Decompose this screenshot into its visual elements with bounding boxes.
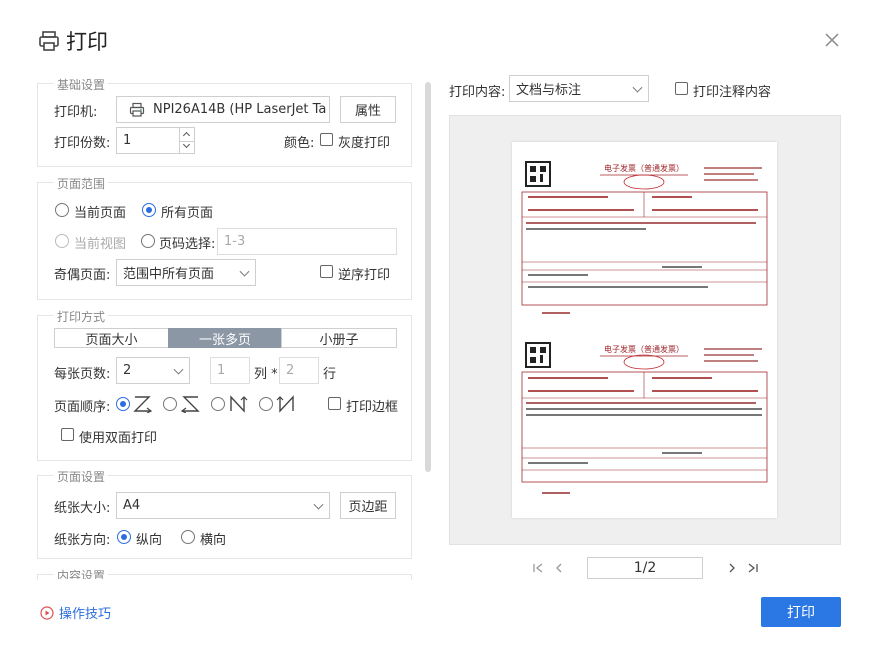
current-page-label: 当前页面: [74, 206, 127, 221]
chevron-down-icon: [239, 266, 250, 277]
per-sheet-value: 2: [123, 363, 132, 378]
content-settings-title: 内容设置: [54, 567, 109, 579]
page-select-placeholder: 1-3: [224, 234, 246, 249]
paper-value: A4: [123, 498, 141, 513]
cols-value: 1: [217, 363, 226, 378]
tips-label: 操作技巧: [59, 607, 112, 622]
rows-value: 2: [286, 363, 295, 378]
radio-page-select[interactable]: [141, 234, 155, 248]
print-content-label: 打印内容:: [449, 85, 506, 100]
rows-label: 行: [323, 367, 337, 382]
radio-order-h-rl[interactable]: [163, 397, 177, 411]
basic-settings-title: 基础设置: [54, 76, 109, 93]
print-button[interactable]: 打印: [761, 597, 841, 627]
border-label: 打印边框: [346, 400, 399, 415]
close-icon[interactable]: [822, 30, 842, 50]
dialog-title: 打印: [38, 26, 108, 56]
page-range-title: 页面范围: [54, 175, 109, 192]
radio-current-page[interactable]: [55, 203, 69, 217]
reverse-label: 逆序打印: [338, 268, 391, 283]
preview-page: 电子发票（普通发票） 电子发票（普通发票）: [512, 142, 777, 518]
cols-input[interactable]: 1: [210, 357, 250, 384]
invoice-title: 电子发票（普通发票）: [604, 344, 684, 354]
printer-small-icon: [129, 102, 145, 117]
margin-button[interactable]: 页边距: [340, 492, 396, 519]
duplex-checkbox[interactable]: [61, 428, 74, 441]
border-checkbox[interactable]: [328, 397, 341, 410]
tips-link[interactable]: 操作技巧: [40, 603, 111, 622]
radio-current-view[interactable]: [55, 234, 69, 248]
invoice-1: 电子发票（普通发票）: [521, 161, 768, 314]
copies-spin[interactable]: [179, 128, 194, 153]
radio-portrait[interactable]: [117, 530, 131, 544]
radio-order-v-rl[interactable]: [259, 397, 273, 411]
chevron-down-icon: [632, 82, 643, 93]
rows-input[interactable]: 2: [279, 357, 319, 384]
radio-all-pages[interactable]: [142, 203, 156, 217]
grayscale-checkbox[interactable]: [320, 133, 333, 146]
cols-label: 列 *: [254, 367, 278, 382]
odd-even-value: 范围中所有页面: [123, 267, 215, 282]
play-circle-icon: [40, 605, 54, 620]
print-method-title: 打印方式: [54, 308, 109, 325]
orient-label: 纸张方向:: [54, 533, 111, 548]
next-page-icon[interactable]: [725, 561, 739, 575]
radio-order-h-lr[interactable]: [116, 397, 130, 411]
page-select-input[interactable]: 1-3: [217, 228, 397, 255]
duplex-label: 使用双面打印: [79, 431, 158, 446]
tab-booklet[interactable]: 小册子: [281, 328, 397, 348]
copies-stepper[interactable]: 1: [116, 127, 195, 154]
current-view-label: 当前视图: [74, 237, 127, 252]
copies-label: 打印份数:: [54, 136, 111, 151]
grayscale-label: 灰度打印: [338, 136, 391, 151]
print-content-select[interactable]: 文档与标注: [509, 75, 649, 102]
chevron-down-icon: [313, 499, 324, 510]
printer-value: NPI26A14B (HP LaserJet Ta: [153, 102, 327, 117]
printer-select[interactable]: NPI26A14B (HP LaserJet Ta: [116, 96, 330, 123]
per-sheet-label: 每张页数:: [54, 367, 111, 382]
annotation-checkbox[interactable]: [675, 82, 688, 95]
printer-icon: [39, 31, 59, 51]
properties-button[interactable]: 属性: [340, 96, 396, 123]
last-page-icon[interactable]: [746, 561, 760, 575]
tab-multi-page[interactable]: 一张多页: [168, 328, 282, 348]
dialog-title-text: 打印: [66, 30, 108, 54]
first-page-icon[interactable]: [531, 561, 545, 575]
printer-label: 打印机:: [54, 105, 98, 120]
page-select-label: 页码选择:: [159, 237, 216, 252]
odd-even-label: 奇偶页面:: [54, 268, 111, 283]
order-n-icon: [230, 395, 248, 413]
reverse-checkbox[interactable]: [320, 265, 333, 278]
invoice-preview: 电子发票（普通发票） 电子发票（普通发票）: [521, 161, 768, 494]
order-reverse-n-icon: [276, 395, 294, 413]
portrait-label: 纵向: [136, 533, 163, 548]
landscape-label: 横向: [200, 533, 227, 548]
odd-even-select[interactable]: 范围中所有页面: [116, 259, 256, 286]
chevron-down-icon: [173, 364, 184, 375]
radio-order-v-lr[interactable]: [211, 397, 225, 411]
all-pages-label: 所有页面: [161, 206, 214, 221]
prev-page-icon[interactable]: [552, 561, 566, 575]
page-indicator[interactable]: 1/2: [587, 557, 703, 579]
per-sheet-select[interactable]: 2: [116, 357, 190, 384]
paper-label: 纸张大小:: [54, 501, 111, 516]
print-content-value: 文档与标注: [516, 83, 582, 98]
paper-select[interactable]: A4: [116, 492, 330, 519]
invoice-2: 电子发票（普通发票）: [521, 342, 768, 494]
copies-value: 1: [123, 133, 132, 148]
radio-landscape[interactable]: [181, 530, 195, 544]
annotation-label: 打印注释内容: [693, 85, 772, 100]
order-label: 页面顺序:: [54, 400, 111, 415]
settings-scrollbar[interactable]: [425, 82, 431, 472]
order-z-icon: [133, 396, 153, 413]
color-label: 颜色:: [284, 136, 315, 151]
page-setup-title: 页面设置: [54, 468, 109, 485]
invoice-title: 电子发票（普通发票）: [604, 163, 684, 173]
tab-page-size[interactable]: 页面大小: [54, 328, 169, 348]
order-reverse-z-icon: [180, 396, 200, 413]
